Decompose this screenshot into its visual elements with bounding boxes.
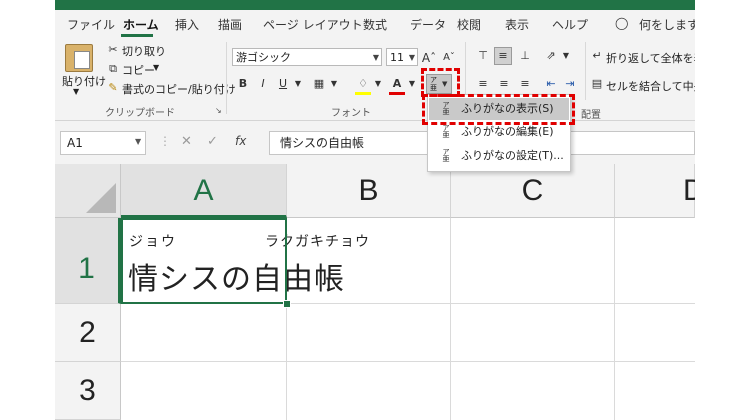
borders-dropdown-icon[interactable]: ▼ [326, 76, 342, 92]
align-center-icon[interactable]: ≡ [496, 76, 512, 92]
tab-file[interactable]: ファイル [67, 16, 115, 33]
borders-icon[interactable]: ▦ [311, 76, 327, 92]
underline-dropdown-icon[interactable]: ▼ [290, 76, 306, 92]
clipboard-launcher-icon[interactable]: ↘ [215, 106, 222, 115]
active-tab-underline [121, 34, 153, 37]
tab-help[interactable]: ヘルプ [552, 16, 588, 33]
tab-data[interactable]: データ [410, 16, 446, 33]
shrink-font-icon[interactable]: Aˇ [441, 50, 457, 66]
ribbon: 貼り付け ▼ ✂ 切り取り ⧉ コピー ▼ ✎ 書式のコピー/貼り付け クリップ… [55, 38, 695, 121]
name-box[interactable]: A1 [60, 131, 146, 155]
highlight-show-furigana [422, 94, 575, 125]
tell-me-box[interactable]: 何をしますか [639, 16, 695, 33]
name-box-dropdown-icon[interactable]: ▼ [135, 137, 141, 146]
font-color-swatch [389, 92, 405, 95]
column-header-d[interactable]: D [615, 164, 695, 218]
fill-color-icon[interactable]: ♢ [355, 76, 371, 92]
font-color-dropdown-icon[interactable]: ▼ [404, 76, 420, 92]
tab-insert[interactable]: 挿入 [175, 16, 199, 33]
tab-formulas[interactable]: 数式 [363, 16, 387, 33]
merge-center-button[interactable]: セルを結合して中央揃 [606, 78, 695, 94]
gridline [121, 361, 695, 362]
tab-page-layout[interactable]: ページ レイアウト [263, 16, 363, 33]
lightbulb-icon: ◯ [615, 16, 629, 30]
italic-button[interactable]: I [255, 76, 271, 92]
spreadsheet-grid: A B C D 1 2 3 ジョウ ラクガキチョウ 情シスの自由帳 [55, 164, 695, 420]
font-size-dropdown[interactable]: 11 ▼ [386, 48, 418, 66]
alignment-group-label: 配置 [581, 110, 601, 121]
highlight-furigana-button [421, 68, 460, 97]
tab-home[interactable]: ホーム [123, 16, 159, 33]
divider [226, 42, 227, 114]
align-top-icon[interactable]: ⊤ [475, 48, 491, 64]
divider [585, 42, 586, 100]
fill-color-dropdown-icon[interactable]: ▼ [370, 76, 386, 92]
orientation-dropdown-icon[interactable]: ▼ [558, 48, 574, 64]
font-name-dropdown[interactable]: 游ゴシック ▼ [232, 48, 382, 66]
cut-button[interactable]: 切り取り [122, 43, 166, 59]
wrap-text-button[interactable]: 折り返して全体を表示 [606, 50, 695, 66]
decrease-indent-icon[interactable]: ⇤ [543, 76, 559, 92]
bold-button[interactable]: B [235, 76, 251, 92]
tab-draw[interactable]: 描画 [218, 16, 242, 33]
cancel-icon[interactable]: ✕ [181, 134, 192, 149]
font-group-label: フォント [331, 108, 371, 119]
gridline [614, 218, 615, 420]
wrap-text-icon[interactable]: ↵ [589, 48, 605, 64]
orientation-icon[interactable]: ⇗ [543, 48, 559, 64]
formula-bar: A1 ▼ ⋮ ✕ ✓ fx 情シスの自由帳 [55, 122, 695, 162]
tab-view[interactable]: 表示 [505, 16, 529, 33]
paste-button[interactable]: 貼り付け [62, 73, 106, 89]
column-header-c[interactable]: C [451, 164, 615, 218]
enter-icon[interactable]: ✓ [207, 134, 218, 149]
fill-handle[interactable] [283, 300, 291, 308]
format-painter-button[interactable]: 書式のコピー/貼り付け [122, 81, 236, 97]
format-painter-icon[interactable]: ✎ [105, 80, 121, 96]
furigana-edit-icon: ア亜 [442, 124, 450, 139]
menu-item-furigana-settings[interactable]: ア亜 ふりがなの設定(T)... [429, 145, 569, 167]
clipboard-group-label: クリップボード [105, 108, 175, 119]
grow-font-icon[interactable]: Aˆ [421, 50, 437, 66]
underline-button[interactable]: U [275, 76, 291, 92]
increase-indent-icon[interactable]: ⇥ [562, 76, 578, 92]
fill-color-swatch [355, 92, 371, 95]
excel-window: ファイル ホーム 挿入 描画 ページ レイアウト 数式 データ 校閲 表示 ヘル… [55, 0, 695, 420]
gridline [450, 218, 451, 420]
title-bar [55, 0, 695, 10]
font-color-icon[interactable]: A [389, 76, 405, 92]
merge-center-icon[interactable]: ▤ [589, 76, 605, 92]
selected-cell-a1[interactable] [121, 218, 287, 304]
paste-dropdown-icon[interactable]: ▼ [73, 87, 79, 96]
column-header-b[interactable]: B [287, 164, 451, 218]
insert-function-icon[interactable]: fx [235, 134, 246, 148]
furigana-settings-icon: ア亜 [442, 148, 450, 163]
select-all-corner[interactable] [55, 164, 121, 218]
copy-dropdown-icon[interactable]: ▼ [153, 63, 159, 72]
align-left-icon[interactable]: ≡ [475, 76, 491, 92]
row-header-2[interactable]: 2 [55, 304, 121, 362]
paste-icon[interactable] [65, 44, 93, 72]
cut-icon[interactable]: ✂ [105, 42, 121, 58]
tab-review[interactable]: 校閲 [457, 16, 481, 33]
align-bottom-icon[interactable]: ⊥ [517, 48, 533, 64]
copy-icon[interactable]: ⧉ [105, 61, 121, 77]
ribbon-tabs: ファイル ホーム 挿入 描画 ページ レイアウト 数式 データ 校閲 表示 ヘル… [55, 10, 695, 38]
vertical-dots-icon: ⋮ [159, 134, 171, 148]
copy-button[interactable]: コピー [122, 62, 155, 78]
align-right-icon[interactable]: ≡ [517, 76, 533, 92]
column-header-a[interactable]: A [121, 164, 287, 218]
row-header-3[interactable]: 3 [55, 362, 121, 420]
align-middle-icon[interactable]: ≡ [494, 47, 512, 65]
row-header-1[interactable]: 1 [55, 218, 121, 304]
